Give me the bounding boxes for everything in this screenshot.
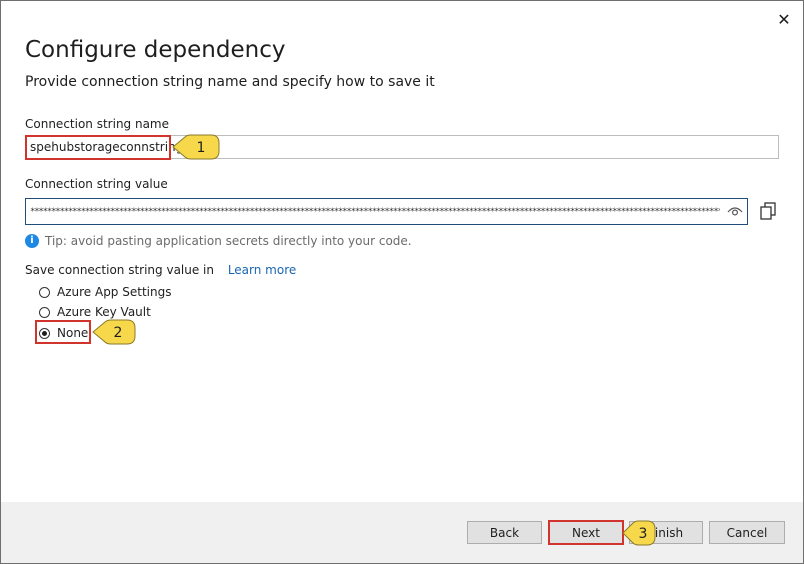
back-button[interactable]: Back (467, 521, 542, 544)
connection-value-label: Connection string value (25, 177, 168, 191)
radio-azure-app-settings[interactable]: Azure App Settings (39, 285, 171, 299)
callout-3: 3 (622, 520, 656, 546)
save-location-row: Save connection string value in Learn mo… (25, 263, 296, 277)
connection-value-masked: ****************************************… (30, 206, 720, 217)
connection-name-highlight (25, 135, 171, 160)
tip-text: Tip: avoid pasting application secrets d… (45, 234, 412, 248)
tip-message: i Tip: avoid pasting application secrets… (25, 234, 412, 248)
none-option-highlight (35, 320, 91, 344)
callout-2: 2 (92, 319, 136, 345)
info-icon: i (25, 234, 39, 248)
callout-1-number: 1 (197, 140, 206, 156)
next-button-highlight (548, 520, 624, 545)
cancel-button[interactable]: Cancel (709, 521, 785, 544)
callout-2-number: 2 (114, 325, 123, 341)
radio-label: Azure Key Vault (57, 305, 151, 319)
callout-3-number: 3 (639, 526, 648, 542)
copy-icon[interactable] (758, 201, 778, 221)
radio-azure-key-vault[interactable]: Azure Key Vault (39, 305, 151, 319)
configure-dependency-dialog: ✕ Configure dependency Provide connectio… (0, 0, 804, 564)
eye-icon[interactable] (727, 203, 743, 219)
radio-label: Azure App Settings (57, 285, 172, 299)
connection-value-input[interactable]: ****************************************… (25, 198, 748, 225)
radio-circle (39, 286, 50, 298)
learn-more-link[interactable]: Learn more (228, 263, 296, 277)
page-title: Configure dependency (25, 37, 286, 63)
callout-1: 1 (172, 134, 220, 160)
connection-name-label: Connection string name (25, 117, 170, 131)
radio-circle (39, 306, 50, 318)
save-location-label: Save connection string value in (25, 263, 214, 277)
page-subtitle: Provide connection string name and speci… (25, 74, 435, 90)
close-icon[interactable]: ✕ (773, 9, 795, 31)
